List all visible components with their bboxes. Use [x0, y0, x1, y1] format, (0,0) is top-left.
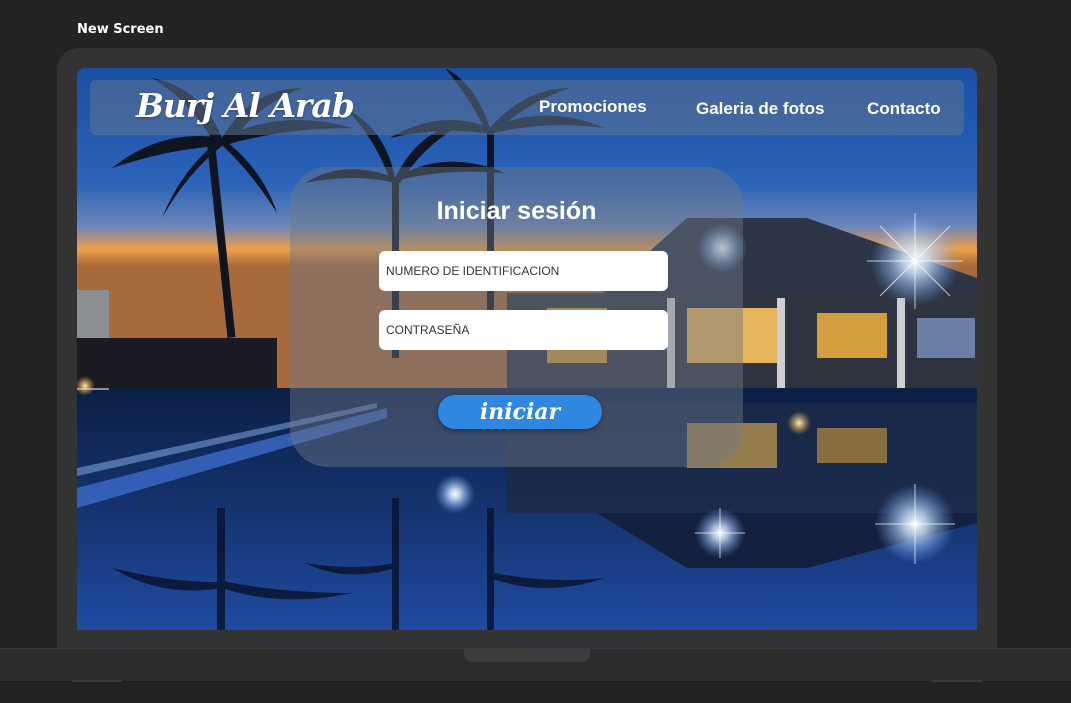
nav-link-galeria-de-fotos[interactable]: Galeria de fotos: [696, 99, 824, 119]
nav-link-promociones[interactable]: Promociones: [539, 97, 647, 117]
nav-link-contacto[interactable]: Contacto: [867, 99, 941, 119]
password-input[interactable]: [379, 310, 668, 350]
id-number-input[interactable]: [379, 251, 668, 291]
canvas-title: New Screen: [77, 22, 164, 37]
brand-logo[interactable]: Burj Al Arab: [136, 86, 355, 125]
login-panel: Iniciar sesión iniciar: [290, 167, 743, 467]
laptop-foot-right: [932, 680, 982, 682]
laptop-notch: [464, 648, 590, 662]
laptop-foot-left: [72, 680, 122, 682]
login-submit-button[interactable]: iniciar: [438, 395, 602, 429]
login-title: Iniciar sesión: [436, 197, 597, 225]
top-nav-bar: Burj Al Arab Promociones Galeria de foto…: [90, 80, 964, 135]
screen: Burj Al Arab Promociones Galeria de foto…: [77, 68, 977, 630]
